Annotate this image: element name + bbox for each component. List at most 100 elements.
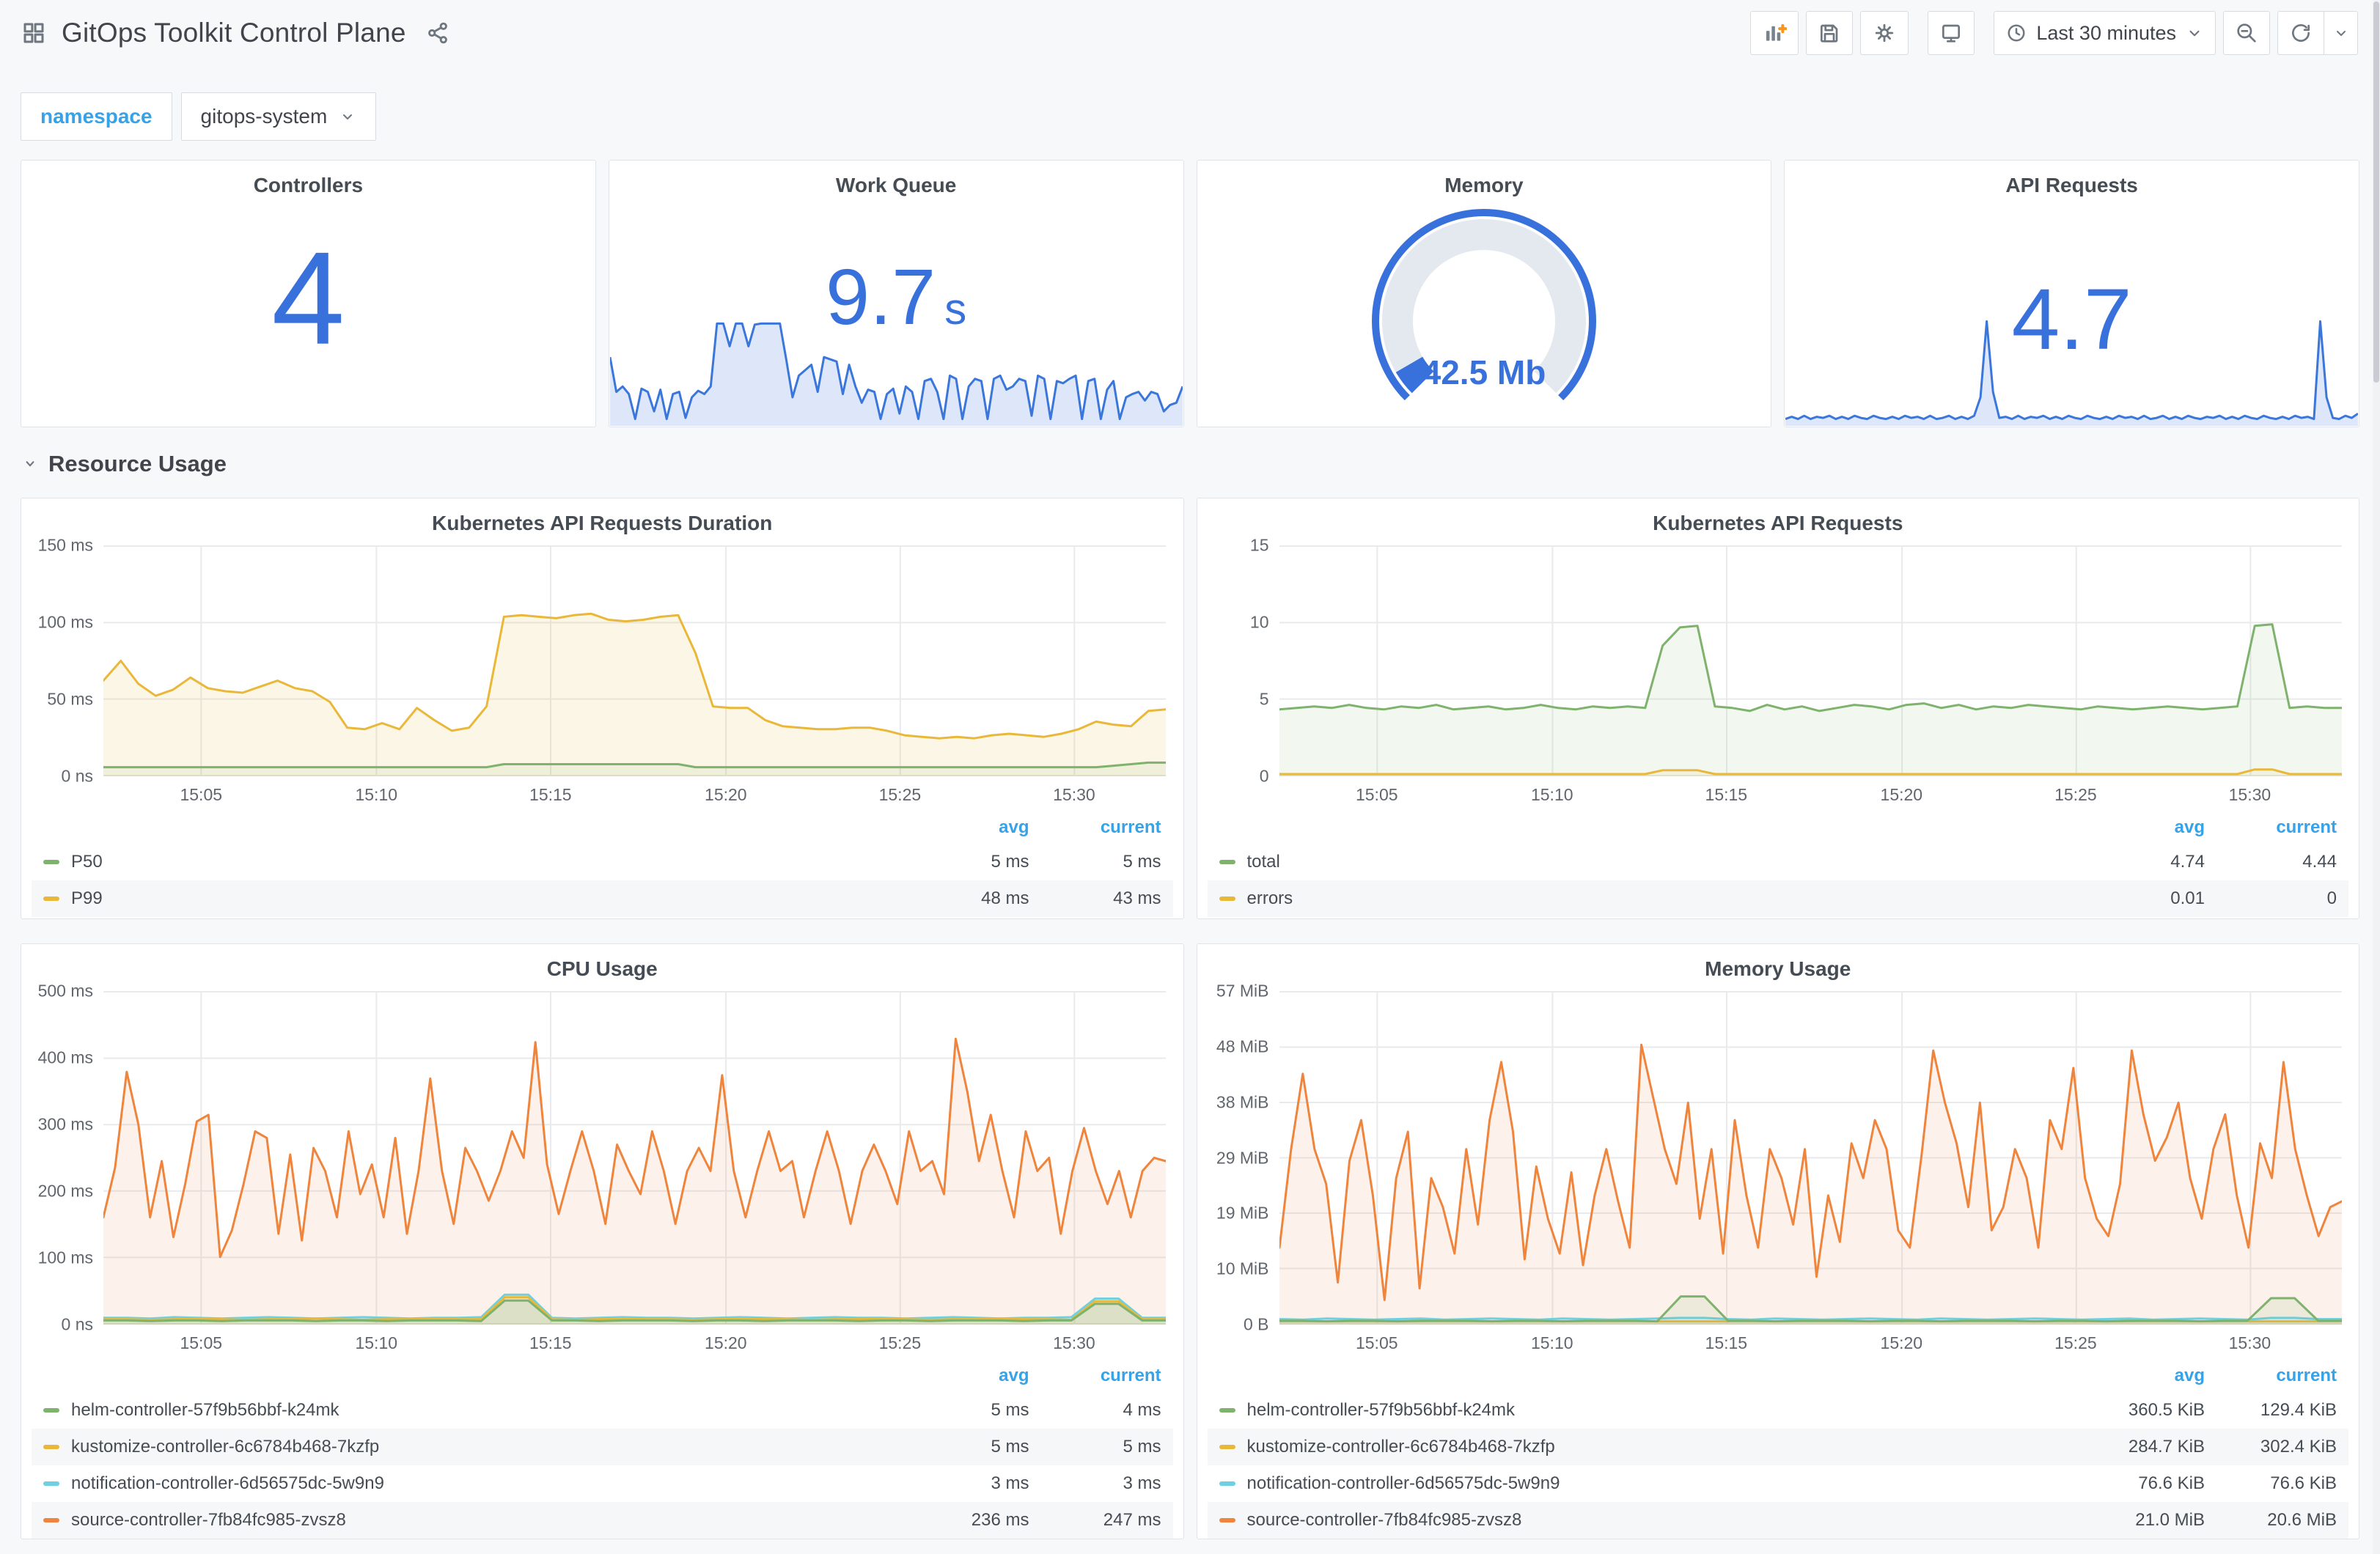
- x-tick-label: 15:15: [1705, 785, 1748, 804]
- legend-col-avg[interactable]: avg: [2073, 1366, 2205, 1386]
- plot-area[interactable]: 15:05 15:10 15:15 15:20 15:25 15:30: [1279, 545, 2342, 804]
- x-tick-label: 15:10: [355, 785, 398, 804]
- legend-row: total 4.74 4.44: [1208, 844, 2349, 880]
- memory-gauge: 42.5 Mb: [1197, 202, 1771, 421]
- timeseries-panel: CPU Usage 500 ms 400 ms 300 ms 200 ms 100 ms…: [21, 943, 1184, 1539]
- stat-panel-memory: Memory 42.5 Mb: [1196, 160, 1772, 427]
- y-tick-label: 150 ms: [37, 535, 93, 555]
- chevron-down-icon: [2336, 31, 2346, 36]
- plot-wrapper: 500 ms 400 ms 300 ms 200 ms 100 ms 0 ns 15:05…: [21, 982, 1183, 1352]
- y-tick-label: 400 ms: [37, 1047, 93, 1067]
- plot-area[interactable]: 15:05 15:10 15:15 15:20 15:25 15:30: [1279, 991, 2342, 1352]
- y-tick-label: 0 ns: [61, 1314, 93, 1334]
- cycle-view-mode-button[interactable]: [1928, 11, 1975, 55]
- legend-col-current[interactable]: current: [1029, 817, 1161, 838]
- legend-series-label[interactable]: kustomize-controller-6c6784b468-7kzfp: [43, 1437, 897, 1457]
- view-mode-group: [1928, 11, 1975, 55]
- panel-title[interactable]: Work Queue: [609, 174, 1183, 197]
- legend-avg-value: 236 ms: [971, 1510, 1029, 1530]
- x-tick-label: 15:15: [1705, 1333, 1748, 1352]
- zoom-out-time-button[interactable]: [2223, 11, 2270, 55]
- legend-col-avg[interactable]: avg: [897, 1366, 1029, 1386]
- panel-title[interactable]: Controllers: [21, 174, 595, 197]
- legend-col-avg[interactable]: avg: [897, 817, 1029, 838]
- legend-col-current[interactable]: current: [2205, 1366, 2337, 1386]
- legend-avg-value: 3 ms: [991, 1473, 1029, 1493]
- legend-series-label[interactable]: P99: [43, 888, 897, 909]
- legend-avg-value: 0.01: [2170, 888, 2205, 908]
- legend-series-label[interactable]: total: [1219, 852, 2074, 872]
- variable-value-dropdown[interactable]: gitops-system: [180, 92, 377, 141]
- row-resource-usage[interactable]: Resource Usage: [21, 445, 2359, 483]
- legend-current-value: 4.44: [2302, 852, 2337, 872]
- toolbar: [1750, 11, 1909, 55]
- panels-row-1: Kubernetes API Requests Duration 150 ms 1…: [21, 498, 2359, 919]
- x-tick-label: 15:20: [1880, 1333, 1923, 1352]
- panel-title[interactable]: Kubernetes API Requests: [1197, 498, 2359, 541]
- y-tick-label: 200 ms: [37, 1181, 93, 1201]
- legend-current-value: 76.6 KiB: [2270, 1473, 2337, 1493]
- legend-row: errors 0.01 0: [1207, 880, 2348, 917]
- legend-series-label[interactable]: kustomize-controller-6c6784b468-7kzfp: [1219, 1437, 2074, 1457]
- y-tick-label: 48 MiB: [1216, 1036, 1269, 1056]
- timeseries-panel: Kubernetes API Requests 15 10 5 0 15:05 15:1…: [1196, 498, 2359, 919]
- panel-title[interactable]: CPU Usage: [21, 944, 1183, 987]
- refresh-button[interactable]: [2277, 11, 2324, 55]
- x-tick-label: 15:20: [1880, 785, 1923, 804]
- legend-avg-value: 284.7 KiB: [2128, 1437, 2205, 1457]
- scrollbar-track[interactable]: [2373, 0, 2380, 1554]
- stat-panel-work-queue: Work Queue 9.7 s: [608, 160, 1184, 427]
- y-tick-label: 100 ms: [37, 612, 93, 632]
- y-tick-label: 57 MiB: [1216, 981, 1269, 1001]
- series-color-swatch: [43, 1518, 59, 1522]
- panel-title[interactable]: Memory: [1197, 174, 1771, 197]
- legend-series-label[interactable]: helm-controller-57f9b56bbf-k24mk: [43, 1400, 897, 1421]
- legend-series-label[interactable]: errors: [1219, 888, 2074, 909]
- dashboard-settings-button[interactable]: [1860, 11, 1909, 55]
- x-tick-label: 15:25: [878, 785, 922, 804]
- legend-col-avg[interactable]: avg: [2073, 817, 2205, 838]
- y-axis: 150 ms 100 ms 50 ms 0 ns: [27, 536, 103, 786]
- legend-series-label[interactable]: helm-controller-57f9b56bbf-k24mk: [1219, 1400, 2074, 1421]
- legend-series-label[interactable]: notification-controller-6d56575dc-5w9n9: [43, 1473, 897, 1494]
- legend-avg-value: 48 ms: [981, 888, 1029, 908]
- plot-area[interactable]: 15:05 15:10 15:15 15:20 15:25 15:30: [103, 991, 1166, 1352]
- legend-series-label[interactable]: source-controller-7fb84fc985-zvsz8: [43, 1510, 897, 1531]
- timeseries-panel: Memory Usage 57 MiB 48 MiB 38 MiB 29 MiB 19 …: [1196, 943, 2359, 1539]
- panel-title[interactable]: Kubernetes API Requests Duration: [21, 498, 1183, 541]
- time-range-picker[interactable]: Last 30 minutes: [1994, 11, 2216, 55]
- scrollbar-thumb[interactable]: [2373, 1, 2379, 383]
- stat-value: 4: [271, 224, 345, 372]
- x-tick-label: 15:10: [1530, 1333, 1573, 1352]
- x-tick-label: 15:05: [180, 785, 223, 804]
- y-tick-label: 100 ms: [37, 1248, 93, 1267]
- x-tick-label: 15:05: [1355, 1333, 1398, 1352]
- add-panel-button[interactable]: [1750, 11, 1799, 55]
- legend-row: notification-controller-6d56575dc-5w9n9 7…: [1208, 1465, 2349, 1502]
- legend-col-current[interactable]: current: [1029, 1366, 1161, 1386]
- legend-current-value: 0: [2326, 888, 2337, 908]
- y-tick-label: 10 MiB: [1216, 1259, 1269, 1278]
- legend-header: avg current: [32, 811, 1173, 844]
- panel-title[interactable]: API Requests: [1785, 174, 2359, 197]
- refresh-interval-dropdown[interactable]: [2324, 11, 2358, 55]
- x-tick-label: 15:30: [2228, 1333, 2271, 1352]
- legend-row: helm-controller-57f9b56bbf-k24mk 5 ms 4 ms: [32, 1392, 1173, 1429]
- series-color-swatch: [1219, 1445, 1235, 1449]
- y-tick-label: 0 B: [1243, 1314, 1269, 1334]
- y-tick-label: 15: [1249, 535, 1269, 555]
- stat-value: 9.7 s: [826, 252, 967, 342]
- legend-row: helm-controller-57f9b56bbf-k24mk 360.5 Ki…: [1208, 1392, 2349, 1429]
- legend-series-label[interactable]: notification-controller-6d56575dc-5w9n9: [1219, 1473, 2074, 1494]
- legend-col-current[interactable]: current: [2205, 817, 2337, 838]
- legend-series-label[interactable]: source-controller-7fb84fc985-zvsz8: [1219, 1510, 2074, 1531]
- share-dashboard-button[interactable]: [425, 21, 450, 45]
- plot-area[interactable]: 15:05 15:10 15:15 15:20 15:25 15:30: [103, 545, 1166, 804]
- legend: avg current P50 5 ms 5 ms P99 48 ms 43 ms: [32, 811, 1173, 917]
- save-dashboard-button[interactable]: [1806, 11, 1854, 55]
- legend-avg-value: 5 ms: [991, 1437, 1029, 1457]
- legend: avg current helm-controller-57f9b56bbf-k…: [32, 1360, 1173, 1539]
- legend-series-label[interactable]: P50: [43, 852, 897, 872]
- y-axis: 57 MiB 48 MiB 38 MiB 29 MiB 19 MiB 10 MiB 0 B: [1203, 982, 1279, 1334]
- panel-title[interactable]: Memory Usage: [1197, 944, 2359, 987]
